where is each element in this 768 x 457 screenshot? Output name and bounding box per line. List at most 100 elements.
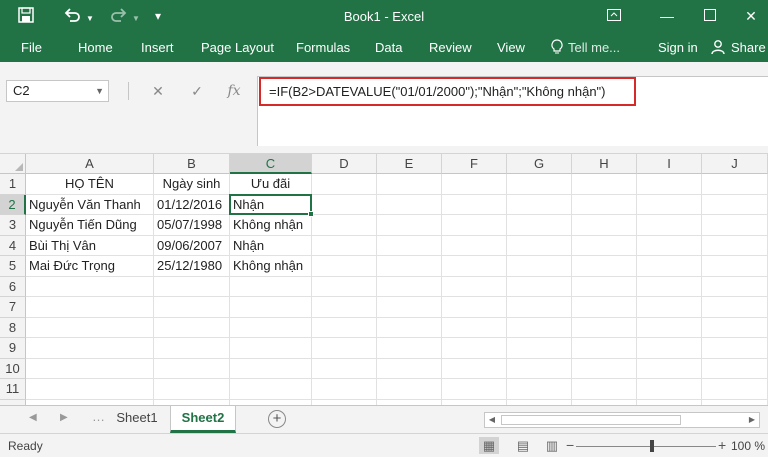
cell-j8[interactable] — [702, 317, 768, 338]
cell-e1[interactable] — [377, 174, 442, 195]
share-button[interactable]: Share — [731, 39, 766, 57]
row-header-9[interactable]: 9 — [0, 338, 26, 359]
share-icon[interactable] — [711, 39, 727, 60]
cell-f7[interactable] — [442, 297, 507, 318]
cell-g7[interactable] — [507, 297, 572, 318]
sheet-more-icon[interactable]: … — [92, 409, 105, 424]
cell-f3[interactable] — [442, 215, 507, 236]
cell-i7[interactable] — [637, 297, 702, 318]
cell-g2[interactable] — [507, 194, 572, 215]
cell-e2[interactable] — [377, 194, 442, 215]
cell-g10[interactable] — [507, 358, 572, 379]
zoom-level[interactable]: 100 % — [731, 439, 765, 453]
cell-h8[interactable] — [572, 317, 637, 338]
cell-j1[interactable] — [702, 174, 768, 195]
row-header-8[interactable]: 8 — [0, 317, 26, 338]
cell-a4[interactable]: Bùi Thị Vân — [26, 235, 154, 256]
cell-a2[interactable]: Nguyễn Văn Thanh — [26, 194, 154, 215]
scroll-left-icon[interactable]: ◀ — [485, 413, 499, 427]
cell-g11[interactable] — [507, 379, 572, 400]
cell-f11[interactable] — [442, 379, 507, 400]
cell-j6[interactable] — [702, 276, 768, 297]
tab-page-layout[interactable]: Page Layout — [201, 39, 274, 57]
cell-b7[interactable] — [154, 297, 230, 318]
cell-c9[interactable] — [230, 338, 312, 359]
cell-d8[interactable] — [312, 317, 377, 338]
cell-d1[interactable] — [312, 174, 377, 195]
insert-function-icon[interactable]: fx — [224, 80, 244, 102]
page-break-view-icon[interactable]: ▥ — [542, 437, 562, 454]
cell-c4[interactable]: Nhận — [230, 235, 312, 256]
cell-j5[interactable] — [702, 256, 768, 277]
cell-c1[interactable]: Ưu đãi — [230, 174, 312, 195]
row-header-11[interactable]: 11 — [0, 379, 26, 400]
cell-e10[interactable] — [377, 358, 442, 379]
add-sheet-button[interactable]: + — [268, 410, 286, 428]
name-box[interactable]: C2 ▼ — [6, 80, 109, 102]
cell-b4[interactable]: 09/06/2007 — [154, 235, 230, 256]
zoom-out-icon[interactable]: − — [566, 437, 574, 453]
tab-home[interactable]: Home — [78, 39, 113, 57]
cell-g4[interactable] — [507, 235, 572, 256]
cell-c5[interactable]: Không nhận — [230, 256, 312, 277]
maximize-icon[interactable] — [699, 6, 721, 26]
cell-a9[interactable] — [26, 338, 154, 359]
cell-j2[interactable] — [702, 194, 768, 215]
prev-sheet-icon[interactable]: ◀ — [29, 412, 37, 423]
cell-b8[interactable] — [154, 317, 230, 338]
formula-text[interactable]: =IF(B2>DATEVALUE("01/01/2000");"Nhận";"K… — [259, 77, 636, 106]
cell-c11[interactable] — [230, 379, 312, 400]
cell-c3[interactable]: Không nhận — [230, 215, 312, 236]
column-header-c[interactable]: C — [230, 154, 312, 174]
column-header-h[interactable]: H — [572, 154, 637, 174]
zoom-slider[interactable] — [576, 446, 716, 447]
cell-e4[interactable] — [377, 235, 442, 256]
zoom-in-icon[interactable]: + — [718, 437, 726, 453]
zoom-slider-thumb[interactable] — [650, 440, 654, 452]
cell-e6[interactable] — [377, 276, 442, 297]
cell-f4[interactable] — [442, 235, 507, 256]
row-header-2[interactable]: 2 — [0, 194, 26, 215]
column-header-d[interactable]: D — [312, 154, 377, 174]
cell-e9[interactable] — [377, 338, 442, 359]
tab-data[interactable]: Data — [375, 39, 402, 57]
tab-formulas[interactable]: Formulas — [296, 39, 350, 57]
cell-a3[interactable]: Nguyễn Tiến Dũng — [26, 215, 154, 236]
tab-view[interactable]: View — [497, 39, 525, 57]
tab-insert[interactable]: Insert — [141, 39, 174, 57]
cell-b2[interactable]: 01/12/2016 — [154, 194, 230, 215]
cell-b1[interactable]: Ngày sinh — [154, 174, 230, 195]
cell-h3[interactable] — [572, 215, 637, 236]
cell-g9[interactable] — [507, 338, 572, 359]
row-header-4[interactable]: 4 — [0, 235, 26, 256]
row-header-7[interactable]: 7 — [0, 297, 26, 318]
cell-b9[interactable] — [154, 338, 230, 359]
cell-a10[interactable] — [26, 358, 154, 379]
tell-me-search[interactable]: Tell me... — [568, 39, 620, 57]
cell-j10[interactable] — [702, 358, 768, 379]
cell-f8[interactable] — [442, 317, 507, 338]
ribbon-display-icon[interactable] — [603, 6, 625, 26]
cell-e5[interactable] — [377, 256, 442, 277]
row-header-10[interactable]: 10 — [0, 358, 26, 379]
cell-d2[interactable] — [312, 194, 377, 215]
cell-g3[interactable] — [507, 215, 572, 236]
cell-d10[interactable] — [312, 358, 377, 379]
cell-h5[interactable] — [572, 256, 637, 277]
enter-icon[interactable]: ✓ — [187, 80, 207, 102]
cell-d6[interactable] — [312, 276, 377, 297]
row-header-1[interactable]: 1 — [0, 174, 26, 195]
select-all-corner[interactable] — [0, 154, 26, 174]
cell-f9[interactable] — [442, 338, 507, 359]
cell-i10[interactable] — [637, 358, 702, 379]
cell-e7[interactable] — [377, 297, 442, 318]
cell-h11[interactable] — [572, 379, 637, 400]
cell-j7[interactable] — [702, 297, 768, 318]
cell-i4[interactable] — [637, 235, 702, 256]
close-icon[interactable]: ✕ — [740, 6, 762, 26]
sheet-tab-sheet2[interactable]: Sheet2 — [170, 406, 236, 433]
cell-j11[interactable] — [702, 379, 768, 400]
cell-i11[interactable] — [637, 379, 702, 400]
cell-a11[interactable] — [26, 379, 154, 400]
cell-i6[interactable] — [637, 276, 702, 297]
